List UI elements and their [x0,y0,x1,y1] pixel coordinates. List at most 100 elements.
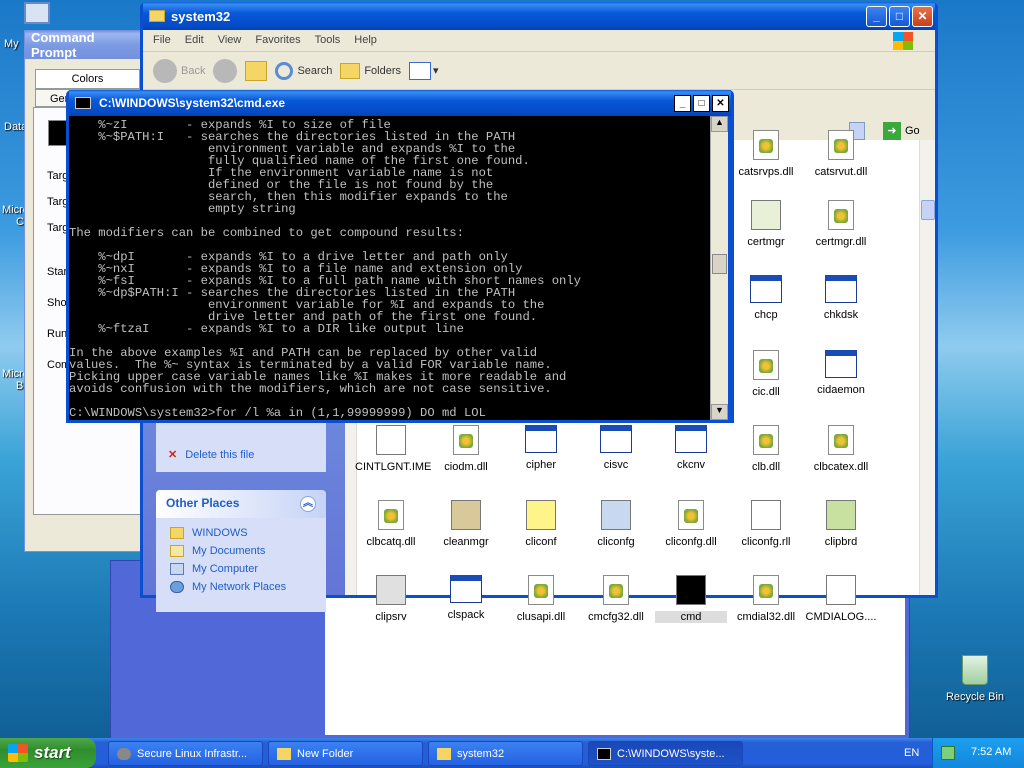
explorer-menubar: File Edit View Favorites Tools Help [143,30,935,52]
close-button[interactable]: ✕ [912,5,933,27]
menu-favorites[interactable]: Favorites [255,34,300,47]
file-item[interactable]: cmd [655,575,727,623]
cmd-close-button[interactable]: ✕ [712,94,729,112]
file-item[interactable]: cliconfg [580,500,652,548]
forward-button[interactable] [213,58,238,83]
clipboard-icon [826,500,856,530]
file-name: cipher [526,459,556,471]
file-item[interactable]: catsrvps.dll [730,130,802,178]
search-icon [275,61,294,80]
computer-icon [601,500,631,530]
recycle-bin[interactable]: Recycle Bin [940,655,1010,703]
file-item[interactable]: cleanmgr [430,500,502,548]
file-name: clipsrv [375,611,407,623]
task-new-folder[interactable]: New Folder [268,741,423,766]
file-item[interactable]: cliconfg.dll [655,500,727,548]
cmd-minimize-button[interactable]: _ [674,94,691,112]
start-button[interactable]: start [0,738,96,768]
folders-button[interactable]: Folders [340,62,401,79]
file-name: cic.dll [752,386,780,398]
place-windows[interactable]: WINDOWS [156,524,326,542]
place-network[interactable]: My Network Places [156,578,326,596]
label-shortcut-key: Sho [47,297,67,309]
clipsrv-icon [376,575,406,605]
file-item[interactable]: cliconf [505,500,577,548]
collapse-chevron-icon[interactable]: ︽ [300,496,316,512]
menu-file[interactable]: File [153,34,171,47]
file-name: clspack [447,609,485,621]
file-item[interactable]: cmdial32.dll [730,575,802,623]
cmd-line: C:\WINDOWS\system32>for /l %a in (1,1,99… [69,406,486,420]
minimize-button[interactable]: _ [866,5,887,27]
file-item[interactable]: cidaemon [805,350,877,396]
cmd-icon [597,747,611,760]
delete-file-link[interactable]: ✕ Delete this file [168,448,254,462]
scroll-thumb[interactable] [921,200,935,220]
cmd-line: empty string [69,202,296,216]
file-item[interactable]: catsrvut.dll [805,130,877,178]
file-name: catsrvps.dll [738,166,794,178]
file-item[interactable]: chkdsk [805,275,877,321]
maximize-button[interactable]: □ [889,5,910,27]
exe-icon [525,425,557,453]
exe-icon [825,350,857,378]
folder-icon [437,747,451,760]
menu-view[interactable]: View [218,34,242,47]
file-name: clbcatq.dll [366,536,416,548]
file-item[interactable]: CINTLGNT.IME [355,425,431,473]
search-button[interactable]: Search [275,61,332,80]
file-item[interactable]: clbcatex.dll [805,425,877,473]
file-name: cliconfg.dll [665,536,717,548]
dll-icon [753,575,779,605]
file-item[interactable]: clspack [430,575,502,621]
file-name: clipbrd [824,536,858,548]
cmd-scrollbar[interactable]: ▲ ▼ [710,116,728,420]
dll-icon [453,425,479,455]
task-system32[interactable]: system32 [428,741,583,766]
file-item[interactable]: clb.dll [730,425,802,473]
task-secure-linux[interactable]: Secure Linux Infrastr... [108,741,263,766]
file-name: ckcnv [676,459,706,471]
file-item[interactable]: cisvc [580,425,652,471]
file-item[interactable]: ckcnv [655,425,727,471]
file-item[interactable]: certmgr.dll [805,200,877,248]
file-item[interactable]: cipher [505,425,577,471]
file-item[interactable]: chcp [730,275,802,321]
file-item[interactable]: clbcatq.dll [355,500,427,548]
file-item[interactable]: cic.dll [730,350,802,398]
cmd-maximize-button[interactable]: □ [693,94,710,112]
file-item[interactable]: cliconfg.rll [730,500,802,548]
properties-titlebar: Command Prompt [25,30,143,60]
menu-edit[interactable]: Edit [185,34,204,47]
desktop-icon-my-computer[interactable] [20,2,54,32]
up-button[interactable] [245,60,268,81]
menu-help[interactable]: Help [354,34,377,47]
network-tray-icon[interactable] [941,746,955,760]
file-item[interactable]: clipsrv [355,575,427,623]
dll-icon [753,425,779,455]
language-indicator[interactable]: EN [904,747,919,759]
files-scrollbar[interactable] [919,140,935,595]
task-cmd[interactable]: C:\WINDOWS\syste... [588,741,743,766]
cmd-console[interactable]: %~zI - expands %I to size of file %~$PAT… [69,116,710,420]
views-button[interactable]: ▾ [409,61,439,80]
file-icon [826,575,856,605]
file-item[interactable]: CMDIALOG.... [805,575,877,623]
back-button[interactable]: Back [153,58,205,83]
file-item[interactable]: certmgr [730,200,802,248]
place-my-documents[interactable]: My Documents [156,542,326,560]
file-item[interactable]: cmcfg32.dll [580,575,652,623]
folder-up-icon [245,60,268,81]
back-arrow-icon [153,58,177,83]
menu-tools[interactable]: Tools [315,34,341,47]
place-my-computer[interactable]: My Computer [156,560,326,578]
tab-colors[interactable]: Colors [35,69,140,89]
go-arrow-icon: ➜ [883,122,901,140]
file-item[interactable]: clipbrd [805,500,877,548]
file-item[interactable]: ciodm.dll [430,425,502,473]
file-item[interactable]: clusapi.dll [505,575,577,623]
go-button[interactable]: ➜ Go [883,122,920,140]
cmd-scroll-thumb[interactable] [712,254,727,274]
file-name: cmd [655,611,727,623]
other-places-header[interactable]: Other Places ︽ [156,490,326,518]
